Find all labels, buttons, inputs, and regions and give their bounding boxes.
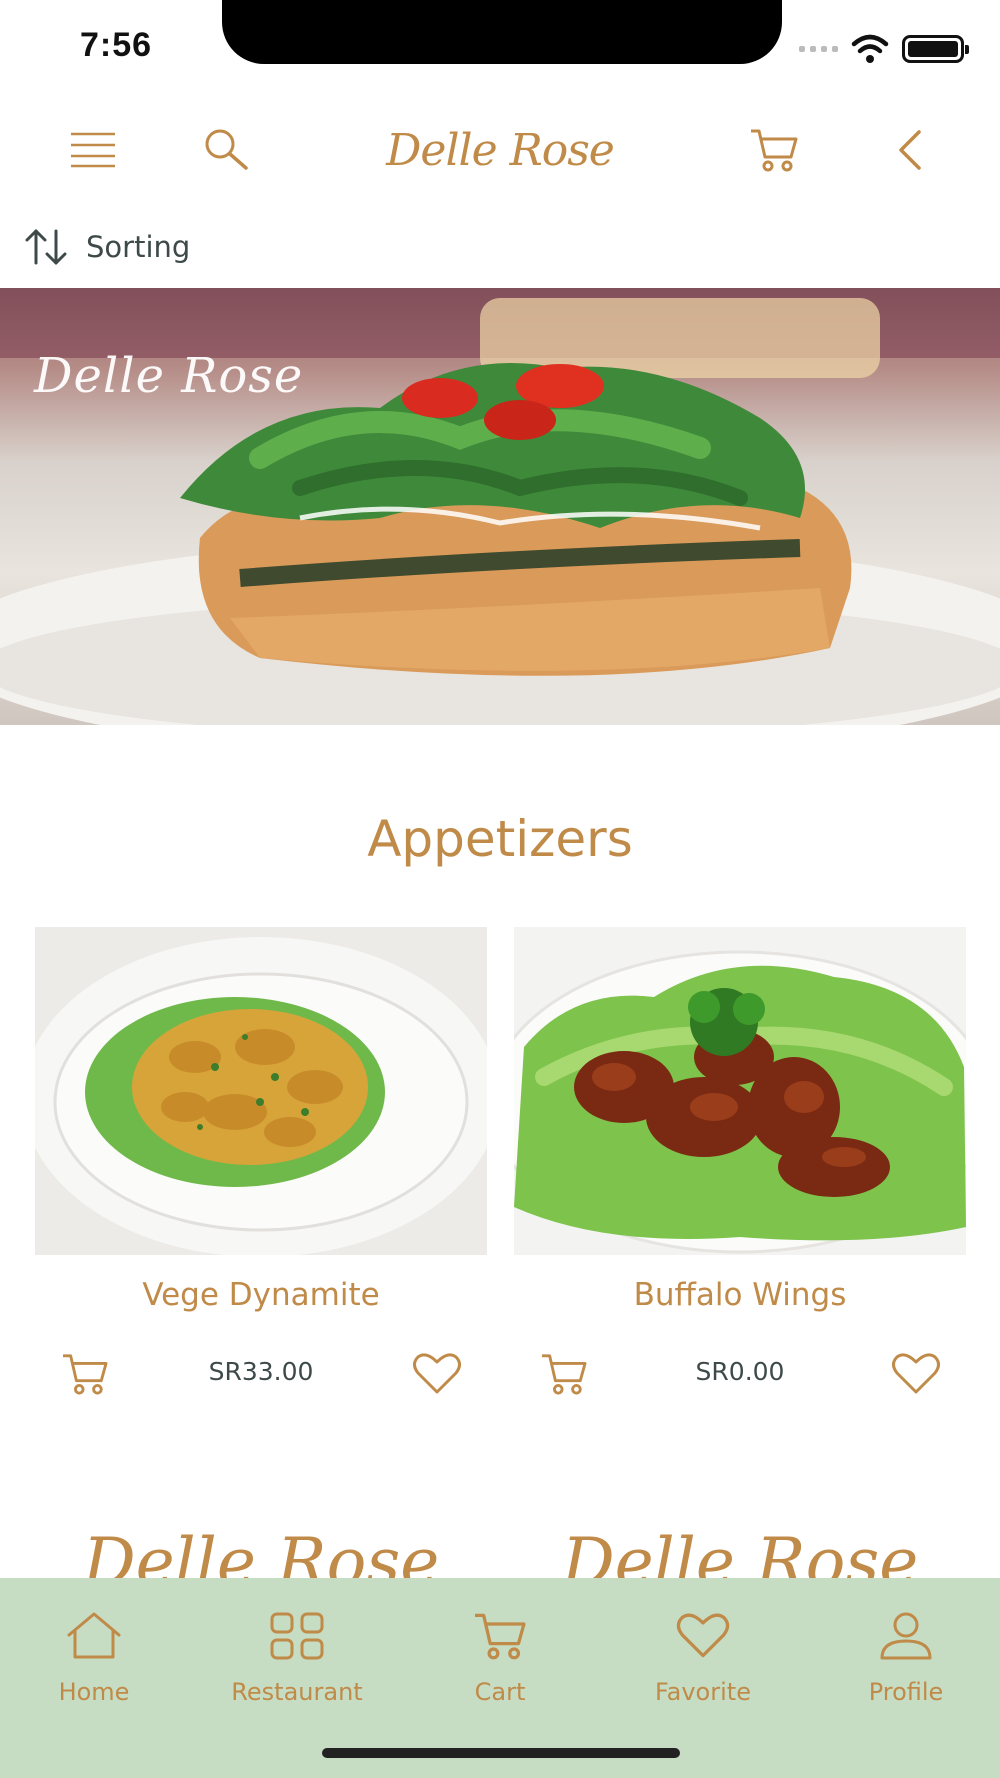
heart-icon xyxy=(413,1353,461,1394)
tab-label: Home xyxy=(58,1678,130,1706)
user-icon xyxy=(876,1608,936,1664)
menu-icon xyxy=(71,132,115,168)
home-indicator xyxy=(322,1748,680,1758)
grid-icon xyxy=(267,1608,327,1664)
cart-icon xyxy=(751,129,798,172)
product-image[interactable] xyxy=(35,927,487,1255)
product-price: SR0.00 xyxy=(695,1357,785,1386)
heart-icon xyxy=(892,1353,940,1394)
favorite-button[interactable] xyxy=(409,1349,465,1399)
tab-home[interactable]: Home xyxy=(14,1608,174,1718)
back-button[interactable] xyxy=(882,122,938,178)
favorite-button[interactable] xyxy=(888,1349,944,1399)
tab-restaurant[interactable]: Restaurant xyxy=(217,1608,377,1718)
tab-label: Cart xyxy=(474,1678,526,1706)
tab-label: Profile xyxy=(868,1678,944,1706)
tab-label: Favorite xyxy=(655,1678,751,1706)
product-card[interactable]: Vege Dynamite SR33.00 xyxy=(35,927,487,1399)
tab-favorite[interactable]: Favorite xyxy=(623,1608,783,1718)
battery-icon xyxy=(902,35,969,63)
hero-banner[interactable]: Delle Rose xyxy=(0,288,1000,725)
search-icon xyxy=(205,129,248,170)
product-actions: SR0.00 xyxy=(514,1349,966,1399)
banner-logo-text: Delle Rose xyxy=(34,348,304,404)
wifi-icon xyxy=(851,34,889,63)
status-time: 7:56 xyxy=(80,26,153,64)
cart-icon xyxy=(542,1354,587,1395)
category-title: Appetizers xyxy=(367,810,633,868)
status-bar: 7:56 xyxy=(0,0,1000,100)
home-icon xyxy=(64,1608,124,1664)
cart-icon xyxy=(63,1354,108,1395)
add-to-cart-button[interactable] xyxy=(57,1349,113,1399)
notch xyxy=(222,0,782,64)
product-name[interactable]: Buffalo Wings xyxy=(514,1277,966,1313)
product-name[interactable]: Vege Dynamite xyxy=(35,1277,487,1313)
sorting-label: Sorting xyxy=(86,230,191,264)
sorting-button[interactable]: Sorting xyxy=(24,222,190,272)
next-product-image[interactable]: Delle Rose xyxy=(514,1518,966,1578)
signal-icon xyxy=(799,46,838,52)
buffalo-wings-photo xyxy=(514,927,966,1255)
menu-button[interactable] xyxy=(65,122,121,178)
vege-dynamite-photo xyxy=(35,927,487,1255)
product-price: SR33.00 xyxy=(208,1357,314,1386)
tab-profile[interactable]: Profile xyxy=(826,1608,986,1718)
product-actions: SR33.00 xyxy=(35,1349,487,1399)
tab-label: Restaurant xyxy=(231,1678,363,1706)
product-image[interactable] xyxy=(514,927,966,1255)
search-button[interactable] xyxy=(198,122,254,178)
brand-logo: Delle Rose xyxy=(386,124,615,176)
heart-icon xyxy=(673,1608,733,1664)
next-product-image[interactable]: Delle Rose xyxy=(35,1518,487,1578)
header-cart-button[interactable] xyxy=(746,122,802,178)
top-nav-bar: Delle Rose xyxy=(0,100,1000,200)
back-icon xyxy=(899,130,921,170)
cart-icon xyxy=(470,1608,530,1664)
product-card[interactable]: Buffalo Wings SR0.00 xyxy=(514,927,966,1399)
sort-icon xyxy=(25,229,67,265)
add-to-cart-button[interactable] xyxy=(536,1349,592,1399)
status-icons xyxy=(799,34,969,64)
tab-cart[interactable]: Cart xyxy=(420,1608,580,1718)
